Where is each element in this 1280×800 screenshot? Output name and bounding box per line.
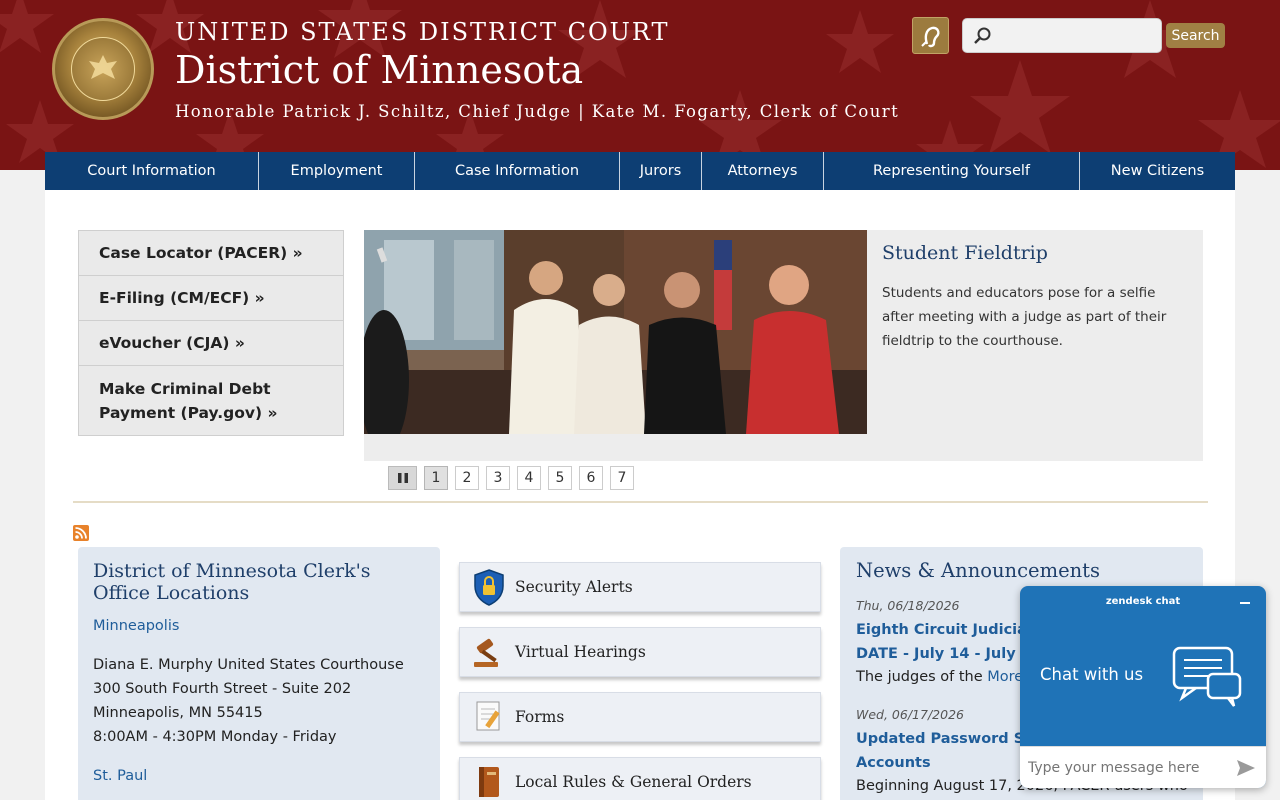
locations-title: District of Minnesota Clerk's Office Loc… xyxy=(93,560,371,604)
slide-page-5[interactable]: 5 xyxy=(548,466,572,490)
tile-security-alerts[interactable]: Security Alerts xyxy=(459,562,821,612)
nav-attorneys[interactable]: Attorneys xyxy=(702,152,824,190)
hearing-assist-icon[interactable] xyxy=(912,17,949,54)
slide-page-4[interactable]: 4 xyxy=(517,466,541,490)
nav-representing-yourself[interactable]: Representing Yourself xyxy=(824,152,1080,190)
form-pencil-icon xyxy=(470,698,508,736)
slide-page-7[interactable]: 7 xyxy=(610,466,634,490)
shield-lock-icon xyxy=(470,568,508,606)
nav-employment[interactable]: Employment xyxy=(259,152,415,190)
minimize-icon[interactable] xyxy=(1236,594,1254,612)
nav-case-information[interactable]: Case Information xyxy=(415,152,620,190)
slide-title: Student Fieldtrip xyxy=(882,242,1048,264)
minneapolis-building: Diana E. Murphy United States Courthouse xyxy=(93,657,404,673)
tile-label: Forms xyxy=(515,708,565,726)
judges-subtitle: Honorable Patrick J. Schiltz, Chief Judg… xyxy=(175,102,900,121)
page-title[interactable]: District of Minnesota xyxy=(175,48,583,92)
gavel-icon xyxy=(470,633,508,671)
court-seal-icon[interactable] xyxy=(52,18,154,120)
tile-label: Security Alerts xyxy=(515,578,633,596)
tile-forms[interactable]: Forms xyxy=(459,692,821,742)
nav-court-information[interactable]: Court Information xyxy=(45,152,259,190)
slide-page-1[interactable]: 1 xyxy=(424,466,448,490)
slide-page-6[interactable]: 6 xyxy=(579,466,603,490)
tile-virtual-hearings[interactable]: Virtual Hearings xyxy=(459,627,821,677)
slideshow-pager: 1 2 3 4 5 6 7 xyxy=(388,466,634,490)
minneapolis-link[interactable]: Minneapolis xyxy=(93,618,179,634)
site-header: UNITED STATES DISTRICT COURT District of… xyxy=(0,0,1280,170)
main-nav: Court Information Employment Case Inform… xyxy=(45,152,1235,190)
chat-message-input[interactable] xyxy=(1028,757,1228,779)
search-icon xyxy=(974,27,991,44)
pause-icon[interactable] xyxy=(388,466,417,490)
slide-description: Students and educators pose for a selfie… xyxy=(882,285,1167,349)
quick-links-panel: Case Locator (PACER) » E-Filing (CM/ECF)… xyxy=(78,230,344,436)
slide-footer-band xyxy=(364,434,867,461)
quick-link-paygov[interactable]: Make Criminal Debt Payment (Pay.gov) » xyxy=(79,366,343,435)
minneapolis-city: Minneapolis, MN 55415 xyxy=(93,705,263,721)
chat-bubbles-icon xyxy=(1172,646,1242,707)
search-box xyxy=(962,18,1162,53)
tile-label: Virtual Hearings xyxy=(515,643,646,661)
chat-heading: Chat with us xyxy=(1040,665,1144,684)
minneapolis-hours: 8:00AM - 4:30PM Monday - Friday xyxy=(93,729,337,745)
search-input[interactable] xyxy=(999,25,1154,47)
send-icon[interactable] xyxy=(1236,759,1256,777)
nav-new-citizens[interactable]: New Citizens xyxy=(1080,152,1235,190)
slide-page-3[interactable]: 3 xyxy=(486,466,510,490)
minneapolis-street: 300 South Fourth Street - Suite 202 xyxy=(93,681,352,697)
slide-page-2[interactable]: 2 xyxy=(455,466,479,490)
news-more-link[interactable]: More xyxy=(987,669,1023,685)
nav-jurors[interactable]: Jurors xyxy=(620,152,702,190)
news-date: Thu, 06/18/2026 xyxy=(856,598,960,613)
chat-widget[interactable]: zendesk chat Chat with us xyxy=(1020,586,1266,788)
tile-label: Local Rules & General Orders xyxy=(515,773,752,791)
news-title: News & Announcements xyxy=(856,559,1101,582)
chat-input-row xyxy=(1020,746,1266,788)
rss-icon[interactable] xyxy=(73,525,89,541)
search-button[interactable]: Search xyxy=(1166,23,1225,48)
quick-link-evoucher[interactable]: eVoucher (CJA) » xyxy=(79,321,343,366)
court-name-line: UNITED STATES DISTRICT COURT xyxy=(175,18,670,46)
slide-photo[interactable] xyxy=(364,230,867,434)
chat-brand: zendesk chat xyxy=(1105,596,1181,607)
book-icon xyxy=(470,763,508,800)
tile-local-rules[interactable]: Local Rules & General Orders xyxy=(459,757,821,800)
news-date: Wed, 06/17/2026 xyxy=(856,707,964,722)
st-paul-link[interactable]: St. Paul xyxy=(93,768,147,784)
quick-link-ecf[interactable]: E-Filing (CM/ECF) » xyxy=(79,276,343,321)
quick-link-pacer[interactable]: Case Locator (PACER) » xyxy=(79,231,343,276)
section-divider xyxy=(73,501,1208,503)
news-item-text: The judges of the More xyxy=(856,669,1024,685)
